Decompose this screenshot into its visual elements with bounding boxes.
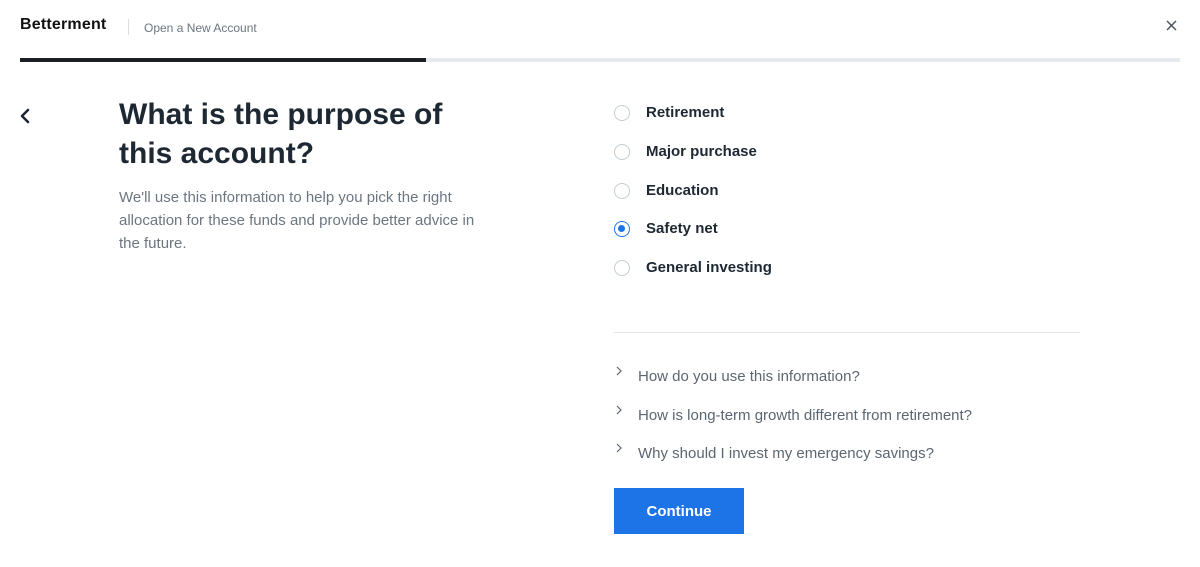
page-title: What is the purpose of this account?: [119, 98, 443, 170]
betterment-logo[interactable]: Betterment: [20, 16, 106, 34]
option-safety-net[interactable]: Safety net: [612, 212, 1082, 251]
option-label: Retirement: [646, 104, 725, 121]
section-divider: [614, 332, 1080, 333]
back-arrow-icon[interactable]: [14, 102, 38, 130]
faq-item-long-term-growth[interactable]: How is long-term growth different from r…: [612, 403, 1082, 442]
radio-button[interactable]: [614, 260, 630, 277]
faq-item-use-info[interactable]: How do you use this information?: [612, 364, 1082, 403]
chevron-right-icon: [615, 403, 623, 415]
chevron-right-icon: [615, 441, 623, 453]
faq-item-emergency-savings[interactable]: Why should I invest my emergency savings…: [612, 441, 1082, 480]
header-title: Open a New Account: [144, 21, 257, 35]
option-label: Education: [646, 181, 719, 199]
page-description: We'll use this information to help you p…: [119, 189, 475, 252]
option-label: General investing: [646, 259, 772, 277]
faq-list: How do you use this information? How is …: [612, 364, 1082, 480]
radio-button[interactable]: [614, 182, 630, 199]
purpose-options: Retirement Major purchase Education Safe…: [612, 96, 1082, 290]
option-general-investing[interactable]: General investing: [612, 251, 1082, 290]
header-divider: [128, 19, 129, 35]
faq-label: Why should I invest my emergency savings…: [638, 445, 934, 463]
progress-bar: [20, 58, 1180, 62]
radio-button[interactable]: [614, 221, 630, 238]
option-label: Safety net: [646, 220, 718, 238]
chevron-right-icon: [615, 364, 623, 376]
option-retirement[interactable]: Retirement: [612, 96, 1082, 135]
radio-button[interactable]: [614, 105, 630, 121]
radio-button[interactable]: [614, 143, 630, 160]
app-header: Betterment Open a New Account: [0, 0, 1200, 60]
option-label: Major purchase: [646, 142, 757, 160]
progress-bar-fill: [20, 58, 426, 62]
close-icon[interactable]: [1160, 14, 1182, 36]
faq-label: How do you use this information?: [638, 368, 860, 385]
option-education[interactable]: Education: [612, 174, 1082, 213]
faq-label: How is long-term growth different from r…: [638, 406, 973, 424]
continue-button[interactable]: Continue: [614, 488, 744, 534]
option-major-purchase[interactable]: Major purchase: [612, 135, 1082, 174]
